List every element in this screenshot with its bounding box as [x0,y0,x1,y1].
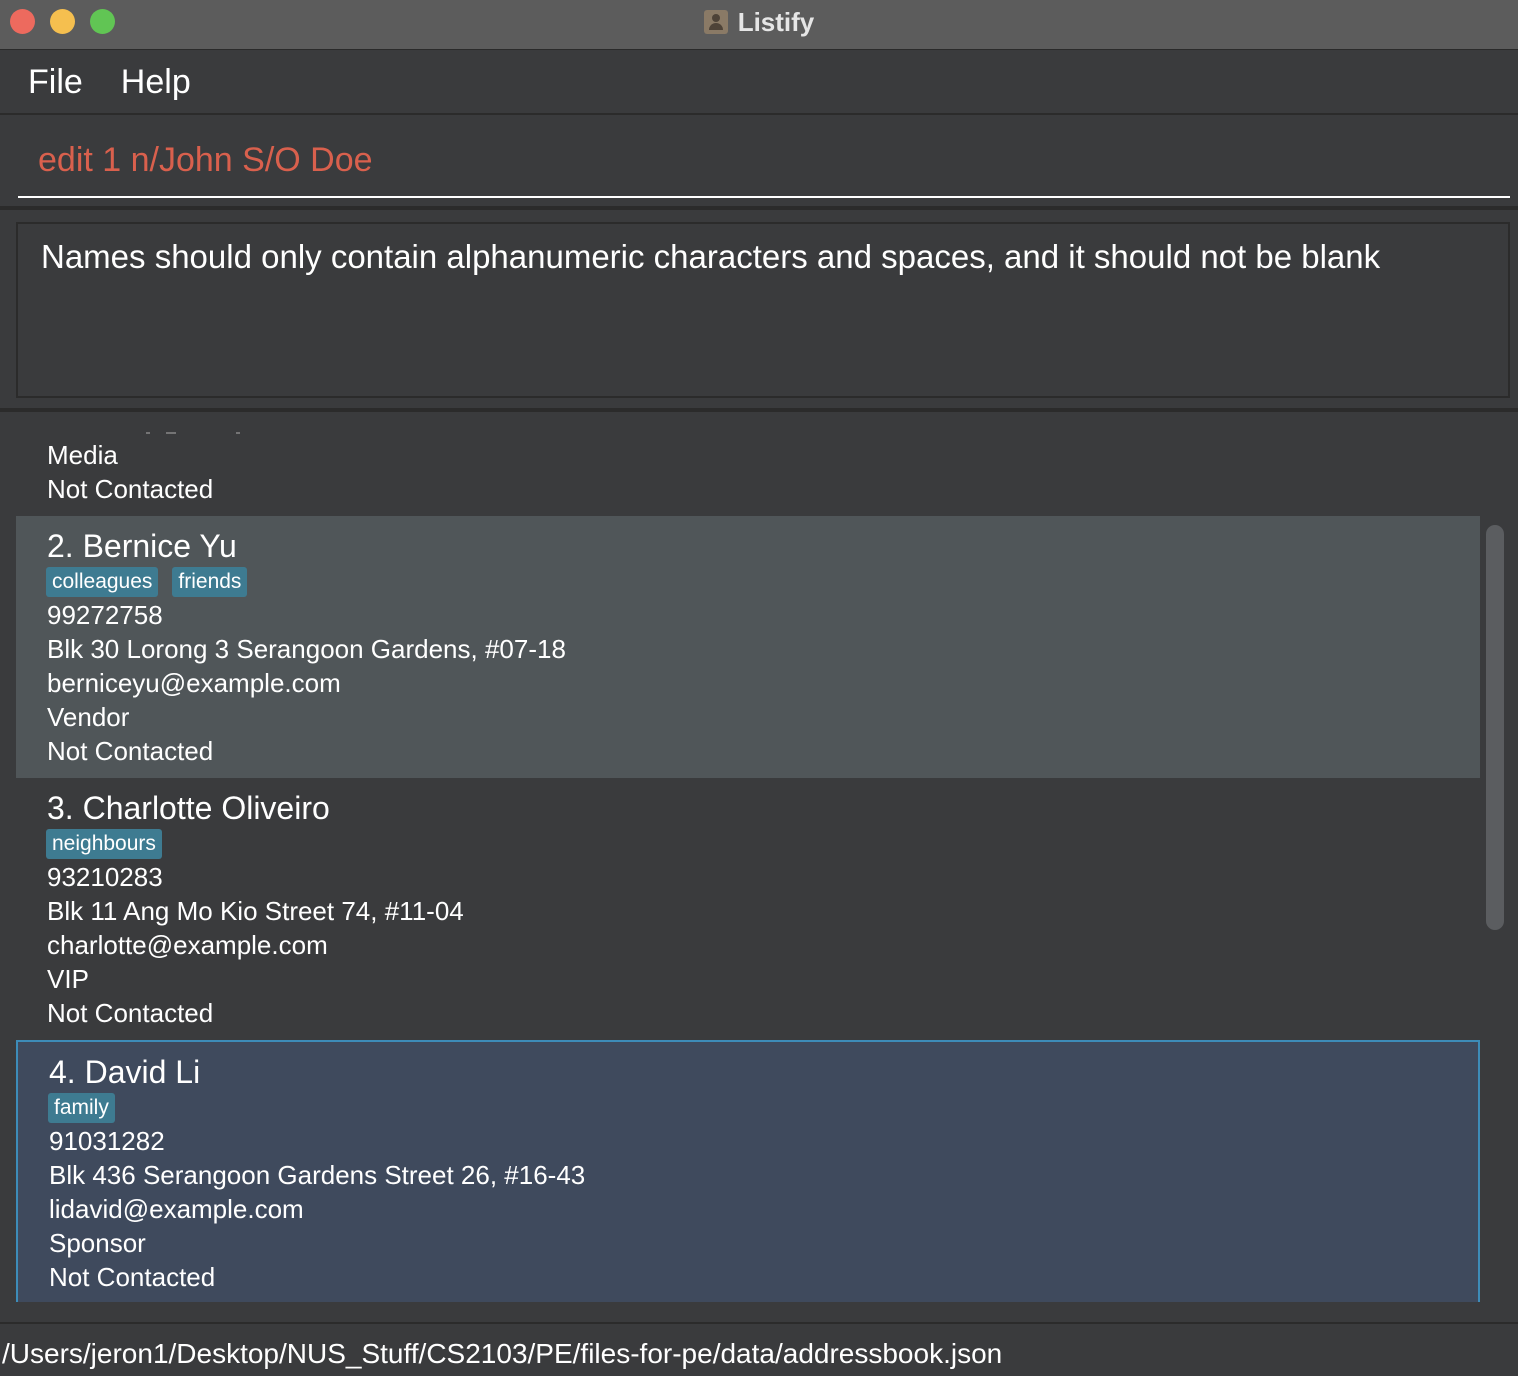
contacts-app-icon [703,10,728,34]
person-role: Sponsor [49,1228,146,1258]
person-name: 2. Bernice Yu [47,528,237,564]
person-tags: neighbours [46,829,162,859]
tag-label: family [48,1093,115,1123]
command-box [0,116,1518,210]
person-role: VIP [47,964,89,994]
person-list[interactable]: Media Not Contacted 2. Bernice Yu collea… [16,432,1480,1302]
person-address: Blk 11 Ang Mo Kio Street 74, #11-04 [47,896,464,926]
tag-label: colleagues [46,567,159,597]
person-address: Blk 436 Serangoon Gardens Street 26, #16… [49,1160,586,1190]
tag-label: friends [172,567,248,597]
person-phone: 93210283 [47,862,163,892]
status-bar: /Users/jeron1/Desktop/NUS_Stuff/CS2103/P… [0,1322,1518,1376]
clipped-email-text [136,432,256,434]
person-email: charlotte@example.com [47,930,328,960]
command-input[interactable] [18,124,1510,198]
person-card-charlotte-oliveiro[interactable]: 3. Charlotte Oliveiro neighbours 9321028… [16,778,1480,1040]
person-tags: colleagues friends [46,567,248,597]
person-phone: 91031282 [49,1126,165,1156]
scrollbar-thumb[interactable] [1486,525,1504,930]
window-title: Listify [737,6,815,37]
person-email: lidavid@example.com [49,1194,304,1224]
menu-help[interactable]: Help [121,63,191,102]
menu-file[interactable]: File [28,63,83,102]
person-card-bernice-yu[interactable]: 2. Bernice Yu colleagues friends 9927275… [16,516,1480,778]
person-card-david-li[interactable]: 4. David Li family 91031282 Blk 436 Sera… [16,1040,1480,1302]
person-name: 4. David Li [49,1054,201,1090]
menu-bar: File Help [0,51,1518,115]
person-phone: 99272758 [47,600,163,630]
split-pane-divider[interactable] [0,408,1518,412]
person-address: Blk 30 Lorong 3 Serangoon Gardens, #07-1… [47,634,566,664]
person-status: Not Contacted [47,736,214,766]
person-tags: family [48,1093,115,1123]
person-email: berniceyu@example.com [47,668,341,698]
person-card-partial[interactable]: Media Not Contacted [16,432,1480,516]
list-scrollbar[interactable] [1484,432,1506,1302]
window-titlebar: Listify [0,0,1518,50]
person-status: Not Contacted [49,1262,216,1292]
tag-label: neighbours [46,829,162,859]
person-status: Not Contacted [47,474,214,504]
person-status: Not Contacted [47,998,214,1028]
person-role: Vendor [47,702,130,732]
window-title-group: Listify [0,0,1518,44]
data-file-path: /Users/jeron1/Desktop/NUS_Stuff/CS2103/P… [2,1338,1003,1369]
person-role: Media [47,440,118,470]
result-display: Names should only contain alphanumeric c… [16,222,1510,398]
result-message: Names should only contain alphanumeric c… [41,238,1381,275]
person-name: 3. Charlotte Oliveiro [47,790,330,826]
